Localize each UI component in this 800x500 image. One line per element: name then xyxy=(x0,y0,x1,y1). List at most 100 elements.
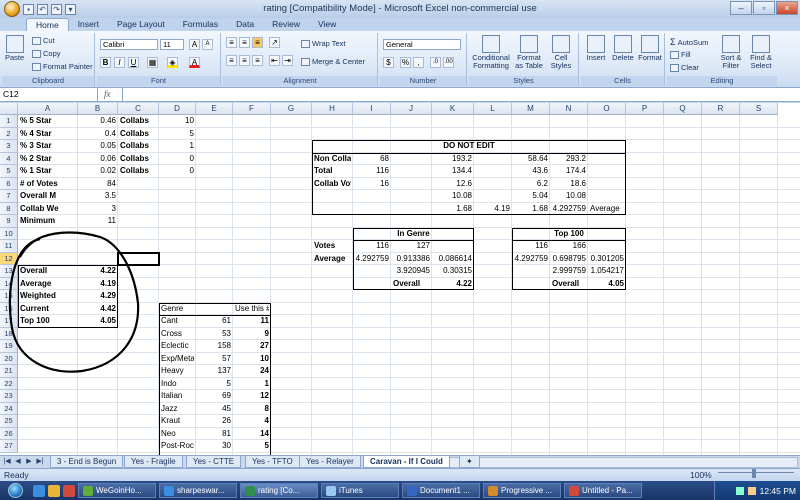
align-middle-icon[interactable]: ≡ xyxy=(239,37,250,48)
orientation-icon[interactable]: ↗ xyxy=(269,37,280,48)
cell-m4[interactable]: 58.64 xyxy=(514,153,548,165)
column-header-i[interactable]: I xyxy=(353,103,391,115)
cell-b13[interactable]: 4.22 xyxy=(80,265,116,277)
cell-c1[interactable]: Collabs xyxy=(120,115,157,127)
row-header-20[interactable]: 20 xyxy=(0,352,18,365)
network-icon[interactable] xyxy=(735,486,744,495)
cell-n4[interactable]: 293.2 xyxy=(552,153,586,165)
copy-button[interactable]: Copy xyxy=(32,49,61,58)
horizontal-scrollbar[interactable] xyxy=(440,457,798,468)
shrink-font-button[interactable]: A xyxy=(202,39,213,50)
cell-n11[interactable]: 166 xyxy=(552,240,586,252)
row-header-17[interactable]: 17 xyxy=(0,315,18,328)
cell-a2[interactable]: % 4 Star xyxy=(20,128,76,140)
cell-j11[interactable]: 127 xyxy=(393,240,430,252)
cell-k4[interactable]: 193.2 xyxy=(434,153,472,165)
cell-j13[interactable]: 3.920945 xyxy=(393,265,430,277)
cell-o13[interactable]: 1.054217 xyxy=(590,265,624,277)
cell-a1[interactable]: % 5 Star xyxy=(20,115,76,127)
cell-b1[interactable]: 0.46 xyxy=(80,115,116,127)
row-header-9[interactable]: 9 xyxy=(0,215,18,228)
taskbar-item-6[interactable]: Progressive ... xyxy=(483,483,561,498)
sheet-tab-3[interactable]: Yes - CTTE xyxy=(186,456,242,468)
font-name-combo[interactable]: Calibri xyxy=(100,39,158,50)
cell-d22[interactable]: Indo xyxy=(161,378,194,390)
cell-f21[interactable]: 24 xyxy=(235,365,269,377)
cell-i4[interactable]: 68 xyxy=(355,153,389,165)
column-header-c[interactable]: C xyxy=(118,103,159,115)
column-header-s[interactable]: S xyxy=(740,103,778,115)
align-left-icon[interactable]: ≡ xyxy=(226,55,237,66)
taskbar-item-7[interactable]: Untitled - Pa... xyxy=(564,483,642,498)
tab-data[interactable]: Data xyxy=(227,18,263,31)
row-header-12[interactable]: 12 xyxy=(0,252,18,265)
column-header-o[interactable]: O xyxy=(588,103,626,115)
cell-f26[interactable]: 14 xyxy=(235,428,269,440)
zoom-slider[interactable] xyxy=(718,472,794,478)
paste-button[interactable]: Paste xyxy=(5,35,24,62)
cell-d1[interactable]: 10 xyxy=(161,115,194,127)
row-header-6[interactable]: 6 xyxy=(0,177,18,190)
cell-b9[interactable]: 11 xyxy=(80,215,116,227)
cell-e18[interactable]: 53 xyxy=(198,328,231,340)
cell-n14[interactable]: Overall xyxy=(552,278,586,290)
clear-button[interactable]: Clear xyxy=(670,63,699,72)
sheet-tab-5[interactable]: Yes - Relayer xyxy=(299,456,361,468)
cell-a3[interactable]: % 3 Star xyxy=(20,140,76,152)
cell-e22[interactable]: 5 xyxy=(198,378,231,390)
insert-function-icon[interactable]: fx xyxy=(104,89,111,99)
column-header-q[interactable]: Q xyxy=(664,103,702,115)
cell-k6[interactable]: 12.6 xyxy=(434,178,472,190)
cell-e26[interactable]: 81 xyxy=(198,428,231,440)
cell-b3[interactable]: 0.05 xyxy=(80,140,116,152)
cell-k3[interactable]: DO NOT EDIT xyxy=(314,140,624,152)
row-header-3[interactable]: 3 xyxy=(0,140,18,153)
cell-c2[interactable]: Collabs xyxy=(120,128,157,140)
cell-a13[interactable]: Overall xyxy=(20,265,76,277)
row-header-18[interactable]: 18 xyxy=(0,327,18,340)
active-cell-cursor[interactable] xyxy=(117,251,160,266)
cell-n10[interactable]: Top 100 xyxy=(514,228,624,240)
row-header-15[interactable]: 15 xyxy=(0,290,18,303)
cell-f25[interactable]: 4 xyxy=(235,415,269,427)
cell-n6[interactable]: 18.6 xyxy=(552,178,586,190)
volume-icon[interactable] xyxy=(747,486,756,495)
cell-n13[interactable]: 2.999759 xyxy=(552,265,586,277)
cell-b14[interactable]: 4.19 xyxy=(80,278,116,290)
row-header-2[interactable]: 2 xyxy=(0,127,18,140)
taskbar-item-2[interactable]: sharpeswar... xyxy=(159,483,237,498)
cell-d4[interactable]: 0 xyxy=(161,153,194,165)
taskbar-item-5[interactable]: Document1 ... xyxy=(402,483,480,498)
cell-e25[interactable]: 26 xyxy=(198,415,231,427)
cell-d26[interactable]: Neo xyxy=(161,428,194,440)
row-header-11[interactable]: 11 xyxy=(0,240,18,253)
cell-a16[interactable]: Current xyxy=(20,303,76,315)
decrease-indent-icon[interactable]: ⇤ xyxy=(269,55,280,66)
column-header-a[interactable]: A xyxy=(18,103,78,115)
insert-sheet-icon[interactable]: ✦ xyxy=(459,456,480,468)
cell-e23[interactable]: 69 xyxy=(198,390,231,402)
increase-indent-icon[interactable]: ⇥ xyxy=(282,55,293,66)
column-header-n[interactable]: N xyxy=(550,103,588,115)
row-header-25[interactable]: 25 xyxy=(0,415,18,428)
comma-button[interactable]: , xyxy=(413,57,424,68)
zoom-slider-thumb[interactable] xyxy=(752,469,756,478)
fill-button[interactable]: Fill xyxy=(670,50,691,59)
cell-d23[interactable]: Italian xyxy=(161,390,194,402)
row-header-21[interactable]: 21 xyxy=(0,365,18,378)
cell-a9[interactable]: Minimum xyxy=(20,215,76,227)
cell-d5[interactable]: 0 xyxy=(161,165,194,177)
cell-n12[interactable]: 0.698795 xyxy=(552,253,586,265)
column-header-p[interactable]: P xyxy=(626,103,664,115)
cell-m6[interactable]: 6.2 xyxy=(514,178,548,190)
cell-m7[interactable]: 5.04 xyxy=(514,190,548,202)
cell-m8[interactable]: 1.68 xyxy=(514,203,548,215)
cell-l8[interactable]: 4.19 xyxy=(476,203,510,215)
cell-d27[interactable]: Post-Rock xyxy=(161,440,194,452)
zoom-level[interactable]: 100% xyxy=(690,470,712,480)
row-header-10[interactable]: 10 xyxy=(0,227,18,240)
cell-b2[interactable]: 0.4 xyxy=(80,128,116,140)
cell-a7[interactable]: Overall M xyxy=(20,190,76,202)
cell-f16[interactable]: Use this # xyxy=(235,303,269,315)
sort-filter-button[interactable]: Sort & Filter xyxy=(717,35,745,70)
